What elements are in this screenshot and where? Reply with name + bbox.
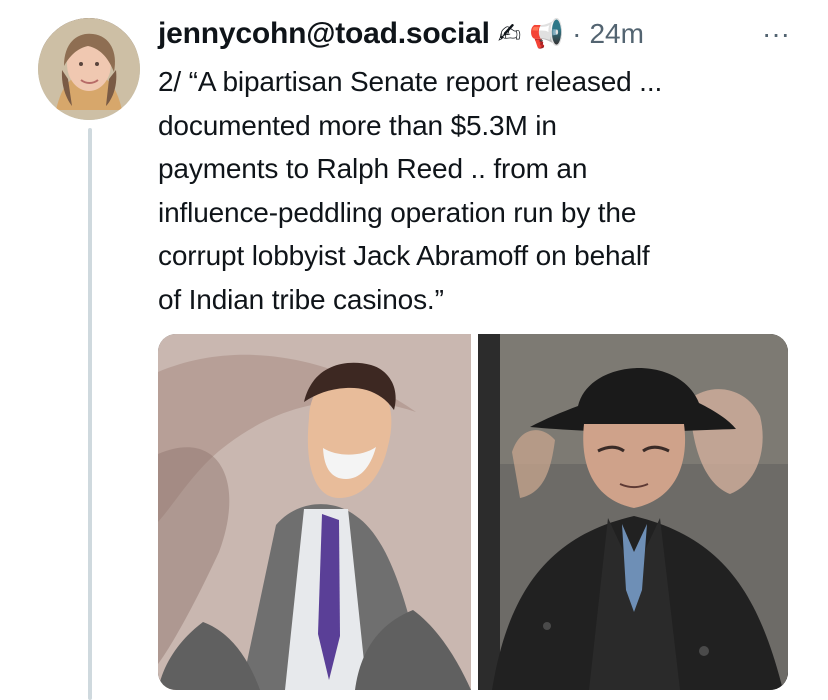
post-text: 2/ “A bipartisan Senate report released …: [158, 60, 798, 322]
writing-hand-icon: ✍: [497, 18, 522, 49]
post-text-line: of Indian tribe casinos.”: [158, 283, 444, 315]
photo-ralph-reed-laughing[interactable]: [158, 334, 471, 690]
post-text-line: 2/ “A bipartisan Senate report released …: [158, 66, 663, 97]
photo-right-illustration: [478, 334, 788, 690]
more-options-button[interactable]: ···: [762, 20, 798, 48]
post-text-line: documented more than $5.3M in: [158, 109, 557, 141]
thread-connector-line: [88, 128, 92, 700]
megaphone-icon: 📢: [529, 18, 565, 49]
avatar-portrait: [38, 18, 140, 120]
author-handle[interactable]: jennycohn@toad.social: [158, 19, 490, 49]
post-timestamp[interactable]: 24m: [589, 18, 643, 50]
photo-jack-abramoff-in-hat[interactable]: [478, 334, 788, 690]
post-text-line: corrupt lobbyist Jack Abramoff on behalf: [158, 240, 650, 272]
post-header: jennycohn@toad.social ✍ 📢 · 24m ···: [158, 10, 798, 58]
media-grid: [158, 334, 788, 690]
time-separator: ·: [572, 18, 582, 49]
social-post: jennycohn@toad.social ✍ 📢 · 24m ··· 2/ “…: [0, 0, 828, 700]
media-divider: [471, 334, 478, 690]
photo-left-illustration: [158, 334, 471, 690]
post-text-line: influence-peddling operation run by the: [158, 196, 637, 228]
author-avatar[interactable]: [38, 18, 140, 120]
post-text-line: payments to Ralph Reed .. from an: [158, 153, 588, 185]
